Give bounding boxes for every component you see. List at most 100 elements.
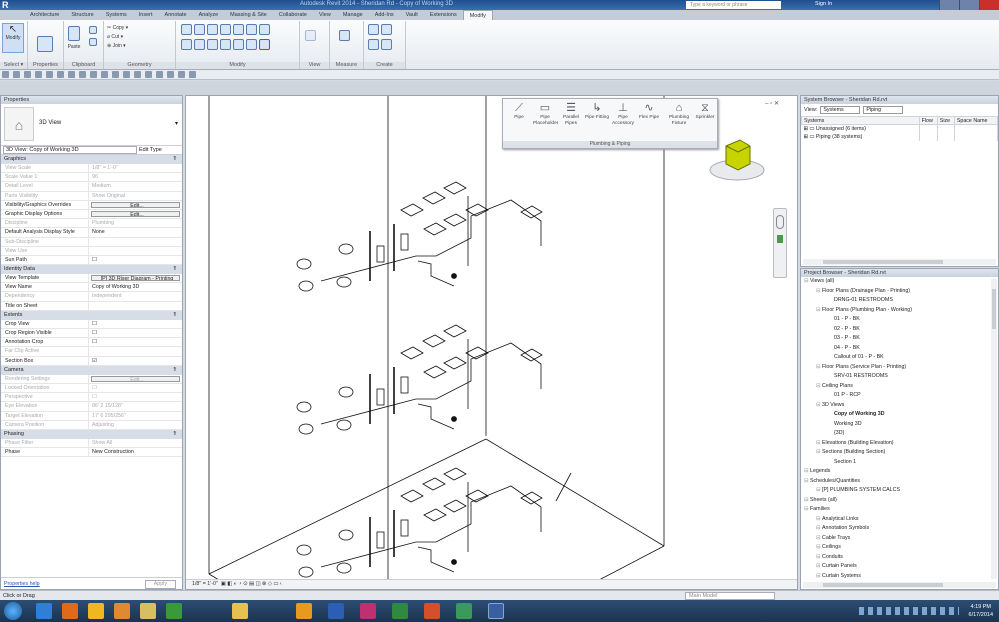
collapse-icon[interactable]: ⇑ [172,155,177,164]
tree-item[interactable]: ⊟ 3D Views [804,401,998,411]
copy-button[interactable]: ✂ Copy ▾ [107,24,128,33]
tree-item[interactable]: ⊟ Elevations (Building Elevation) [804,439,998,449]
clipboard-icons[interactable] [88,25,98,49]
create-tools[interactable] [367,23,393,53]
modify-tools[interactable] [180,23,296,53]
property-value[interactable]: ☐ [89,338,182,346]
tab-manage[interactable]: Manage [337,10,369,20]
tab-add-ins[interactable]: Add-Ins [369,10,400,20]
properties-help-link[interactable]: Properties help [4,581,40,587]
property-value[interactable]: None [89,228,182,236]
tree-item[interactable]: 01 P - RCP [804,391,998,401]
tab-collaborate[interactable]: Collaborate [273,10,313,20]
tree-item[interactable]: ⊟ Floor Plans (Plumbing Plan - Working) [804,306,998,316]
tab-modify[interactable]: Modify [462,10,493,20]
tab-systems[interactable]: Systems [100,10,133,20]
view-control-bar[interactable]: 1/8" = 1'-0" ▣ ◧ ◐ ◔ ⊙ ▤ ◫ ⊗ ◇ ▭ ‹ [186,579,797,589]
vertical-scrollbar[interactable] [991,279,997,579]
collapse-icon[interactable]: ⇑ [172,265,177,274]
tree-item[interactable]: ⊟ Legends [804,467,998,477]
tree-item[interactable]: ⊟ Cable Trays [804,534,998,544]
tree-item[interactable]: ⊟ Floor Plans (Service Plan - Printing) [804,363,998,373]
column-header[interactable]: Size [936,116,955,125]
app-icon[interactable] [166,603,182,619]
minimize-button[interactable] [939,0,959,10]
app-icon[interactable] [88,603,104,619]
flyout-pipe-button[interactable]: ⟋ Pipe [507,102,531,121]
tab-view[interactable]: View [313,10,337,20]
property-group-header[interactable]: Phasing ⇑ [1,429,182,439]
property-value[interactable]: Copy of Working 3D [89,283,182,291]
edit-type-button[interactable]: Edit Type [139,147,162,153]
zoom-icon[interactable] [777,235,783,243]
publisher-icon[interactable] [456,603,472,619]
powerpoint-icon[interactable] [424,603,440,619]
tree-item[interactable]: ⊟ Ceilings [804,543,998,553]
tree-item[interactable]: ⊟ [P] PLUMBING SYSTEM CALCS [804,486,998,496]
edit-button[interactable]: Edit... [91,210,180,218]
property-group-header[interactable]: Extents ⇑ [1,310,182,320]
column-header[interactable]: Space Name [953,116,999,125]
revit-icon[interactable] [488,603,504,619]
close-button[interactable] [979,0,999,10]
edit-button[interactable]: Edit... [91,201,180,208]
tab-insert[interactable]: Insert [133,10,159,20]
tree-item[interactable]: ⊟ Families [804,505,998,515]
application-menu-button[interactable]: R [2,0,20,10]
tree-item[interactable]: SRV-01 RESTROOMS [804,372,998,382]
viewcube[interactable] [708,136,766,184]
property-value[interactable]: ☐ [89,256,182,264]
tree-item[interactable]: ⊟ Sheets (all) [804,496,998,506]
tree-item[interactable]: Working 3D [804,420,998,430]
property-value[interactable]: ☐ [89,320,182,328]
start-button[interactable] [4,602,22,620]
property-value[interactable] [89,302,182,310]
property-group-header[interactable]: Camera ⇑ [1,365,182,375]
chevron-down-icon[interactable]: ▾ [175,120,178,127]
tree-item[interactable]: DRNG-01 RESTROOMS [804,296,998,306]
ie-icon[interactable] [36,603,52,619]
explorer-icon[interactable] [232,603,248,619]
tree-item[interactable]: ⊟ Curtain Systems [804,572,998,582]
tab-analyze[interactable]: Analyze [193,10,225,20]
modify-button[interactable]: ↖ Modify [2,23,24,53]
join-button[interactable]: ⊕ Join ▾ [107,42,128,51]
horizontal-scrollbar[interactable] [803,582,996,588]
steering-wheel-icon[interactable] [776,215,784,229]
tab-vault[interactable]: Vault [400,10,424,20]
tree-item[interactable]: ⊟ Analytical Links [804,515,998,525]
panel-label[interactable]: Select ▾ [0,62,27,69]
properties-header[interactable]: Properties [1,96,182,104]
property-value[interactable]: ☐ [89,329,182,337]
view-tools[interactable] [304,29,317,44]
column-header[interactable]: Flow [918,116,938,125]
tree-item[interactable]: ⊟ Curtain Panels [804,562,998,572]
tab-extensions[interactable]: Extensions [424,10,463,20]
flyout-pipe-accessory-button[interactable]: ⊥ Pipe Accessory [611,102,635,126]
measure-tool[interactable] [338,29,351,44]
media-icon[interactable] [114,603,130,619]
property-group-header[interactable]: Identity Data ⇑ [1,265,182,275]
collapse-icon[interactable]: ⇑ [172,430,177,439]
paste-button[interactable]: Paste [67,25,81,50]
tab-massing-site[interactable]: Massing & Site [224,10,273,20]
table-row[interactable]: ⊞ ▭ Piping (38 systems) [801,132,999,141]
project-browser-title[interactable]: Project Browser - Sheridan Rd.rvt [801,269,998,277]
quick-access-toolbar[interactable] [0,70,999,80]
tree-item[interactable]: 01 - P - BK [804,315,998,325]
tab-annotate[interactable]: Annotate [159,10,193,20]
tree-item[interactable]: Section 1 [804,458,998,468]
column-header[interactable]: Systems [801,116,920,125]
instance-selector[interactable]: 3D View: Copy of Working 3D [3,146,137,154]
clock[interactable]: 4:19 PM 6/17/2014 [969,603,993,619]
property-group-header[interactable]: Graphics ⇑ [1,155,182,164]
tree-item[interactable]: ⊟ Ceiling Plans [804,382,998,392]
word-icon[interactable] [328,603,344,619]
3d-viewport[interactable]: ‒ ▫ ✕ Plumbing & Piping ⟋ Pipe ▭ Pipe Place… [185,95,798,590]
tree-item[interactable]: 03 - P - BK [804,334,998,344]
horizontal-scrollbar[interactable] [803,259,996,265]
tree-item[interactable]: ⊟ Schedules/Quantities [804,477,998,487]
cut-button[interactable]: ⌀ Cut ▾ [107,33,128,42]
plumbing-riser-drawing[interactable] [186,96,798,581]
flyout-pipe-fitting-button[interactable]: ↳ Pipe Fitting [585,102,609,121]
